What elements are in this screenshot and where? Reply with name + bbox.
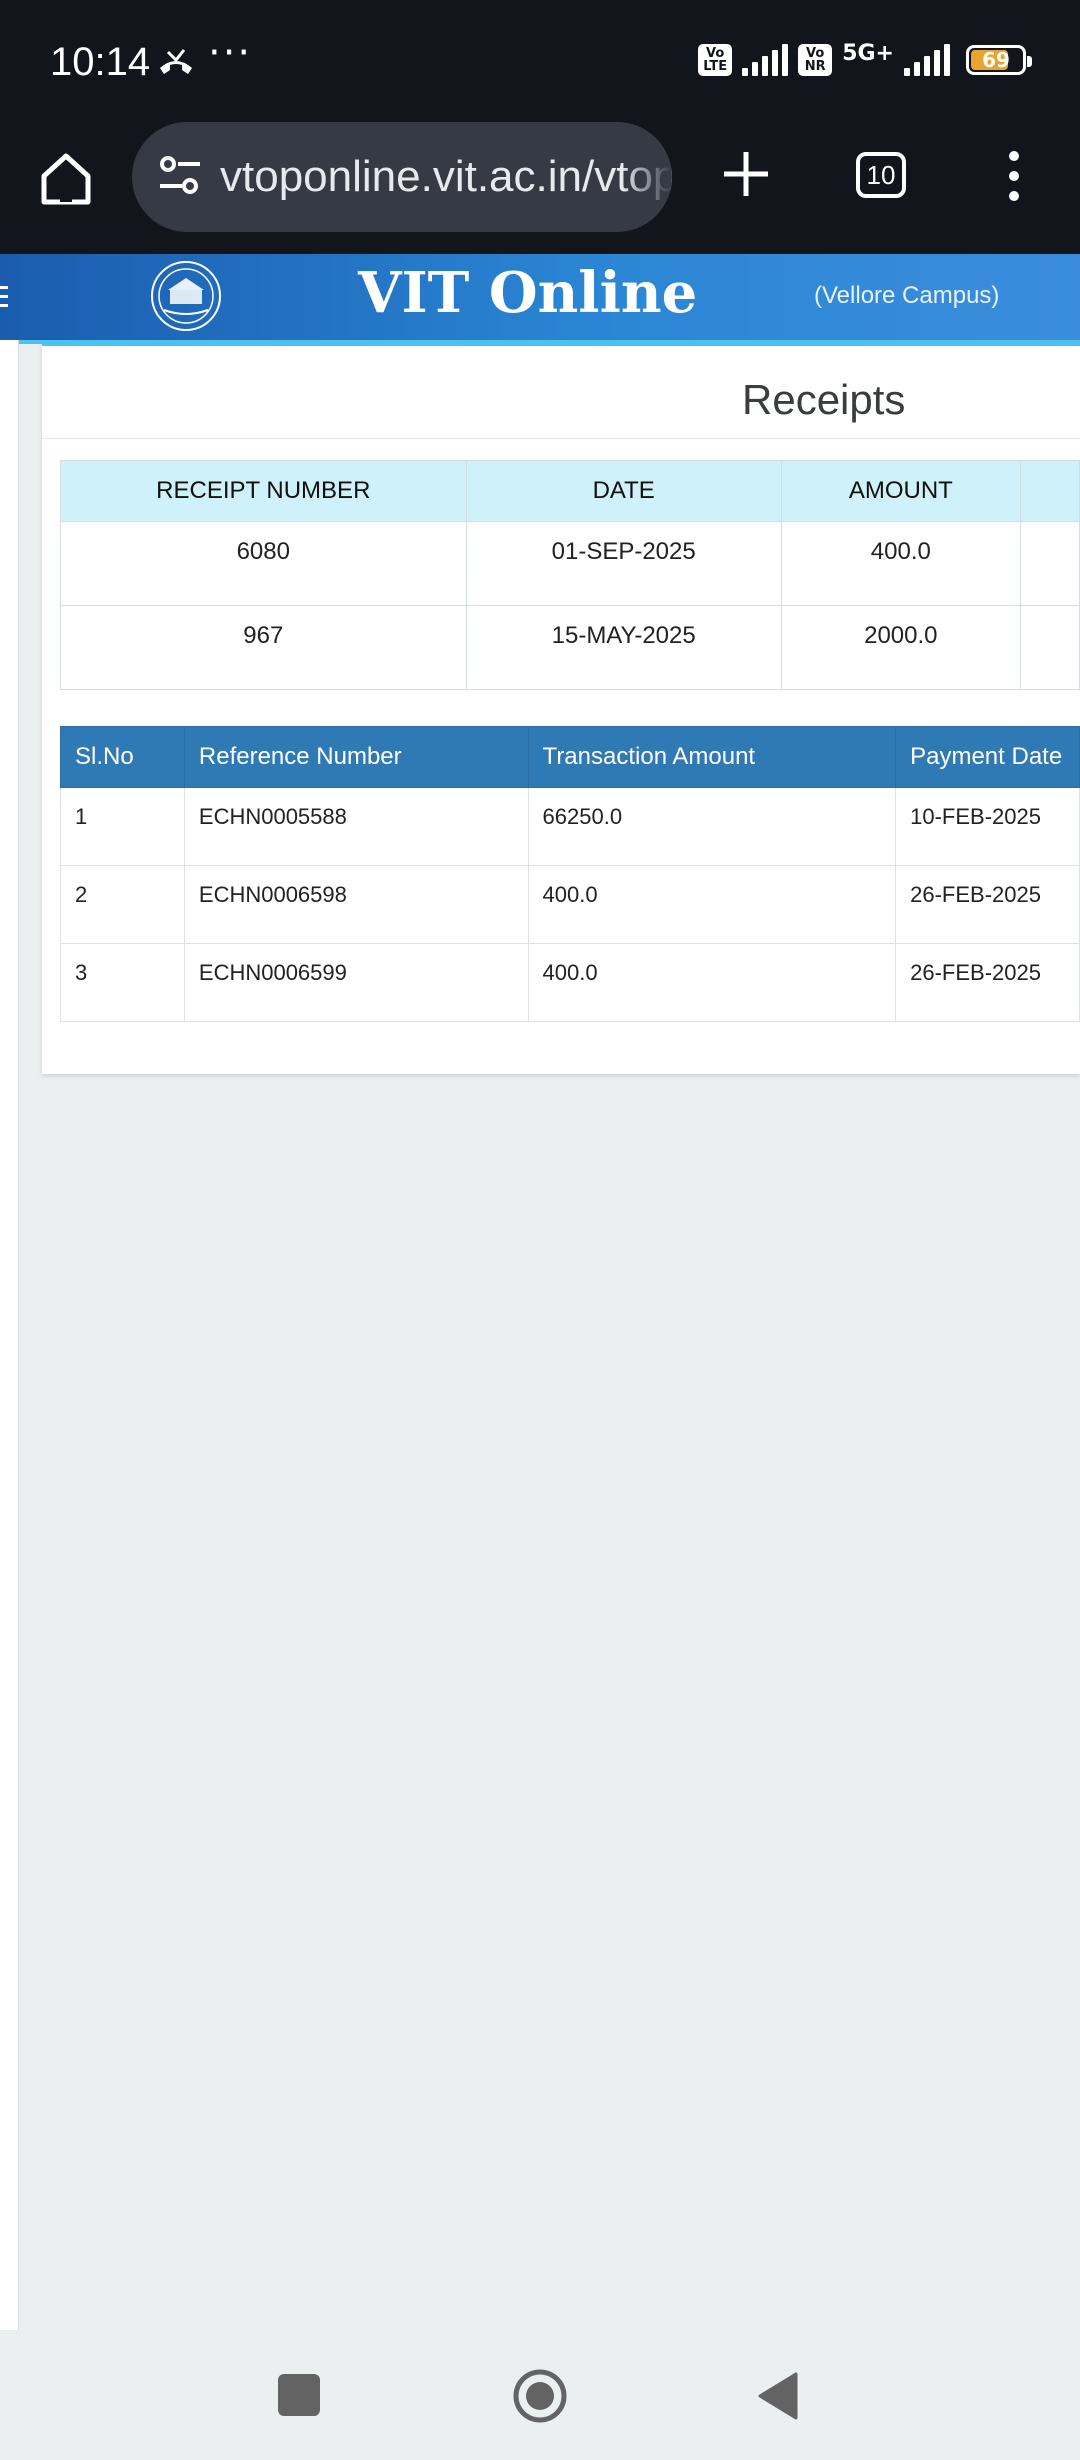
- tab-switcher-button[interactable]: 10: [856, 152, 906, 198]
- receipt-number: 6080: [60, 521, 467, 606]
- column-header: [1019, 460, 1080, 522]
- recent-apps-button[interactable]: [278, 2374, 320, 2416]
- browser-toolbar: vtoponline.vit.ac.in/vtop 10: [0, 118, 1080, 254]
- column-header: Sl.No: [60, 726, 185, 788]
- status-icons: Vo LTE Vo NR 5G+ 69: [698, 40, 1032, 76]
- receipts-card: Receipts RECEIPT NUMBER DATE AMOUNT 6080…: [42, 344, 1080, 1074]
- hamburger-icon[interactable]: [0, 284, 8, 310]
- column-header: Payment Date: [895, 726, 1080, 788]
- table-row: 1 ECHN0005588 66250.0 10-FEB-2025: [60, 787, 1080, 866]
- plus-icon[interactable]: [718, 146, 774, 202]
- site-header: VIT Online (Vellore Campus): [0, 254, 1080, 344]
- network-type: 5G+: [842, 40, 894, 66]
- transactions-table: Sl.No Reference Number Transaction Amoun…: [60, 726, 1080, 1022]
- reference-number: ECHN0006599: [183, 943, 529, 1022]
- home-icon[interactable]: [36, 148, 96, 208]
- column-header: DATE: [465, 460, 782, 522]
- url-text[interactable]: vtoponline.vit.ac.in/vtop: [220, 152, 672, 202]
- column-header: RECEIPT NUMBER: [60, 460, 467, 522]
- table-row: 2 ECHN0006598 400.0 26-FEB-2025: [60, 865, 1080, 944]
- address-bar[interactable]: vtoponline.vit.ac.in/vtop: [132, 122, 672, 232]
- payment-date: 26-FEB-2025: [895, 865, 1080, 944]
- reference-number: ECHN0005588: [183, 787, 529, 866]
- vit-logo: [151, 261, 221, 331]
- table-row: 6080 01-SEP-2025 400.0: [60, 521, 1080, 606]
- payment-date: 26-FEB-2025: [895, 943, 1080, 1022]
- receipt-amount: 2000.0: [780, 605, 1021, 690]
- back-triangle-icon[interactable]: [756, 2370, 800, 2422]
- left-rail: [0, 340, 19, 2330]
- page-title: Receipts: [742, 376, 906, 423]
- battery-icon: 69: [966, 45, 1032, 75]
- signal-icon: [742, 44, 789, 76]
- serial-number: 3: [60, 943, 185, 1022]
- table-row: 967 15-MAY-2025 2000.0: [60, 605, 1080, 690]
- transaction-amount: 400.0: [527, 865, 897, 944]
- system-navigation-bar: [0, 2330, 1080, 2460]
- battery-level: 69: [982, 48, 1010, 72]
- receipt-date: 15-MAY-2025: [465, 605, 782, 690]
- payment-date: 10-FEB-2025: [895, 787, 1080, 866]
- receipt-date: 01-SEP-2025: [465, 521, 782, 606]
- transaction-amount: 400.0: [527, 943, 897, 1022]
- more-vert-icon[interactable]: [1000, 148, 1028, 204]
- table-row: 3 ECHN0006599 400.0 26-FEB-2025: [60, 943, 1080, 1022]
- column-header: Transaction Amount: [527, 726, 897, 788]
- site-title: VIT Online: [358, 260, 698, 326]
- home-circle-icon[interactable]: [512, 2368, 568, 2424]
- tune-icon[interactable]: [156, 152, 204, 200]
- reference-number: ECHN0006598: [183, 865, 529, 944]
- table-header-row: RECEIPT NUMBER DATE AMOUNT: [60, 460, 1080, 522]
- receipt-number: 967: [60, 605, 467, 690]
- notification-dots: ···: [208, 30, 253, 76]
- column-header: Reference Number: [183, 726, 529, 788]
- volte-badge: Vo LTE: [698, 44, 733, 76]
- receipt-extra: [1019, 521, 1080, 606]
- receipt-amount: 400.0: [780, 521, 1021, 606]
- table-header-row: Sl.No Reference Number Transaction Amoun…: [60, 726, 1080, 788]
- column-header: AMOUNT: [780, 460, 1021, 522]
- missed-call-icon: [160, 49, 192, 74]
- receipt-extra: [1019, 605, 1080, 690]
- campus-label: (Vellore Campus): [814, 282, 1000, 309]
- vonr-badge: Vo NR: [798, 44, 833, 76]
- transaction-amount: 66250.0: [527, 787, 897, 866]
- serial-number: 1: [60, 787, 185, 866]
- receipts-table: RECEIPT NUMBER DATE AMOUNT 6080 01-SEP-2…: [60, 460, 1080, 690]
- status-bar: 10:14 ··· Vo LTE Vo NR 5G+ 69: [0, 0, 1080, 118]
- serial-number: 2: [60, 865, 185, 944]
- status-time: 10:14: [50, 40, 151, 84]
- signal-icon-2: [904, 44, 950, 76]
